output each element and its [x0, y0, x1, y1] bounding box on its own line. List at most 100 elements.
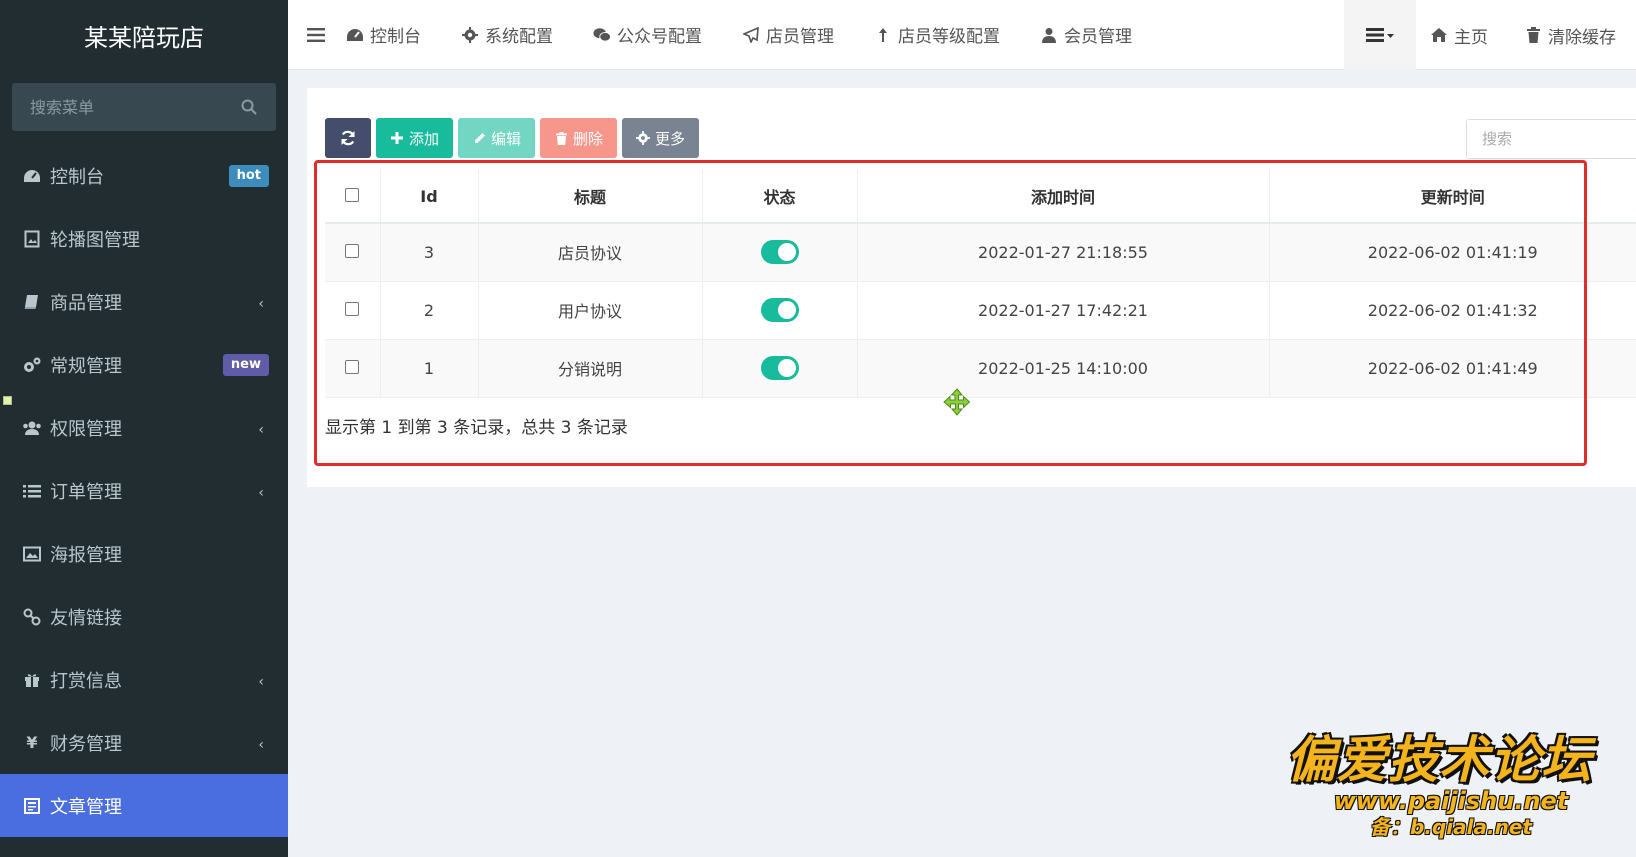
cell-title: 店员协议	[478, 223, 703, 282]
gear-icon	[636, 131, 651, 145]
move-cursor-icon	[943, 388, 971, 416]
column-header-status[interactable]: 状态	[702, 170, 858, 224]
sidebar-item-articles[interactable]: 文章管理	[0, 774, 288, 837]
column-header-created[interactable]: 添加时间	[857, 170, 1270, 224]
sidebar: 某某陪玩店 控制台 hot 轮播图管理 商品管理 ‹ 常规管理 new 权限管理…	[0, 0, 288, 857]
watermark-mirror: 备：b.qiala.net	[1370, 815, 1532, 839]
select-all-checkbox[interactable]	[345, 187, 360, 202]
topnav-staff-level[interactable]: 店员等级配置	[874, 0, 1000, 70]
table-search-input[interactable]	[1467, 120, 1636, 158]
refresh-icon	[341, 130, 355, 146]
watermark-url: www.paijishu.net	[1333, 787, 1569, 815]
topnav-members[interactable]: 会员管理	[1040, 0, 1132, 70]
dashboard-icon	[22, 166, 42, 186]
table-header-row: Id 标题 状态 添加时间 更新时间	[325, 170, 1636, 224]
sidebar-item-finance[interactable]: ¥ 财务管理 ‹	[0, 711, 288, 774]
table-row[interactable]: 2 用户协议 2022-01-27 17:42:21 2022-06-02 01…	[325, 281, 1636, 340]
cell-updated: 2022-06-02 01:41:19	[1269, 223, 1636, 282]
group-icon	[22, 418, 42, 438]
list-icon	[22, 481, 42, 501]
add-button[interactable]: 添加	[376, 118, 454, 158]
user-icon	[1040, 26, 1058, 44]
sidebar-item-carousel[interactable]: 轮播图管理	[0, 207, 288, 270]
link-icon	[22, 607, 42, 627]
sidebar-item-links[interactable]: 友情链接	[0, 585, 288, 648]
gears-icon	[22, 355, 42, 375]
home-label: 主页	[1454, 27, 1488, 48]
column-header-id[interactable]: Id	[380, 170, 479, 224]
app-logo[interactable]: 某某陪玩店	[0, 0, 288, 76]
marker-dot	[3, 396, 12, 405]
row-checkbox[interactable]	[345, 359, 360, 374]
row-checkbox[interactable]	[345, 301, 360, 316]
row-select-cell	[325, 339, 381, 398]
sidebar-toggle-button[interactable]	[288, 0, 344, 70]
chevron-left-icon: ‹	[258, 674, 264, 690]
sidebar-item-orders[interactable]: 订单管理 ‹	[0, 459, 288, 522]
sidebar-item-general[interactable]: 常规管理 new	[0, 333, 288, 396]
edit-button[interactable]: 编辑	[458, 118, 536, 158]
sidebar-item-permissions[interactable]: 权限管理 ‹	[0, 396, 288, 459]
image-file-icon	[22, 229, 42, 249]
sidebar-item-label: 海报管理	[50, 544, 122, 566]
menu-mode-dropdown[interactable]	[1344, 0, 1416, 70]
topnav-home[interactable]: 主页	[1430, 0, 1488, 70]
topnav-dashboard[interactable]: 控制台	[346, 0, 421, 70]
sidebar-item-label: 财务管理	[50, 733, 122, 755]
menu-search-input[interactable]	[12, 83, 276, 131]
wechat-icon	[593, 26, 611, 44]
trash-icon	[554, 131, 568, 145]
column-header-updated[interactable]: 更新时间	[1269, 170, 1636, 224]
column-header-title[interactable]: 标题	[478, 170, 703, 224]
new-badge: new	[222, 354, 269, 376]
chevron-left-icon: ‹	[258, 296, 264, 312]
more-label: 更多	[655, 129, 686, 148]
articles-table: Id 标题 状态 添加时间 更新时间 3 店员协议 2022-01-27 21:…	[325, 170, 1636, 398]
delete-button[interactable]: 删除	[540, 118, 618, 158]
topbar-right: 主页 清除缓存	[1344, 0, 1636, 70]
cell-title: 分销说明	[478, 339, 703, 398]
table-row[interactable]: 1 分销说明 2022-01-25 14:10:00 2022-06-02 01…	[325, 339, 1636, 398]
sidebar-item-label: 打赏信息	[50, 670, 122, 692]
topnav-system-config[interactable]: 系统配置	[461, 0, 553, 70]
topnav-staff[interactable]: 店员管理	[742, 0, 834, 70]
status-toggle[interactable]	[760, 298, 799, 322]
topnav-label: 店员等级配置	[898, 27, 1000, 47]
menu-search	[12, 83, 276, 131]
pencil-icon	[472, 131, 486, 145]
status-toggle[interactable]	[760, 356, 799, 380]
sidebar-item-label: 文章管理	[50, 796, 122, 818]
table-row[interactable]: 3 店员协议 2022-01-27 21:18:55 2022-06-02 01…	[325, 223, 1636, 282]
sidebar-item-label: 商品管理	[50, 292, 122, 314]
topnav-wechat-config[interactable]: 公众号配置	[593, 0, 702, 70]
sidebar-item-products[interactable]: 商品管理 ‹	[0, 270, 288, 333]
hamburger-icon	[307, 27, 325, 42]
status-toggle[interactable]	[760, 240, 799, 265]
search-icon[interactable]	[240, 98, 258, 116]
topnav-clear-cache[interactable]: 清除缓存	[1524, 0, 1616, 70]
sidebar-item-rewards[interactable]: 打赏信息 ‹	[0, 648, 288, 711]
paper-plane-icon	[742, 26, 760, 44]
watermark-title: 偏爱技术论坛	[1286, 731, 1592, 789]
topnav-label: 店员管理	[766, 27, 834, 47]
more-button[interactable]: 更多	[622, 118, 700, 158]
clear-cache-label: 清除缓存	[1548, 27, 1616, 48]
book-icon	[22, 292, 42, 312]
topnav-label: 系统配置	[485, 27, 553, 47]
table-toolbar: 添加 编辑 删除 更多	[325, 118, 704, 158]
sidebar-item-label: 订单管理	[50, 481, 122, 503]
trash-icon	[1524, 26, 1542, 44]
level-up-icon	[874, 26, 892, 44]
chevron-left-icon: ‹	[258, 737, 264, 753]
sidebar-item-label: 友情链接	[50, 607, 122, 629]
sidebar-item-posters[interactable]: 海报管理	[0, 522, 288, 585]
row-select-cell	[325, 223, 381, 282]
chevron-left-icon: ‹	[258, 485, 264, 501]
refresh-button[interactable]	[325, 118, 371, 158]
picture-icon	[22, 544, 42, 564]
sidebar-item-label: 轮播图管理	[50, 229, 140, 251]
cell-id: 2	[380, 281, 479, 340]
cell-status	[702, 281, 858, 340]
sidebar-item-dashboard[interactable]: 控制台 hot	[0, 144, 288, 207]
row-checkbox[interactable]	[345, 243, 360, 258]
